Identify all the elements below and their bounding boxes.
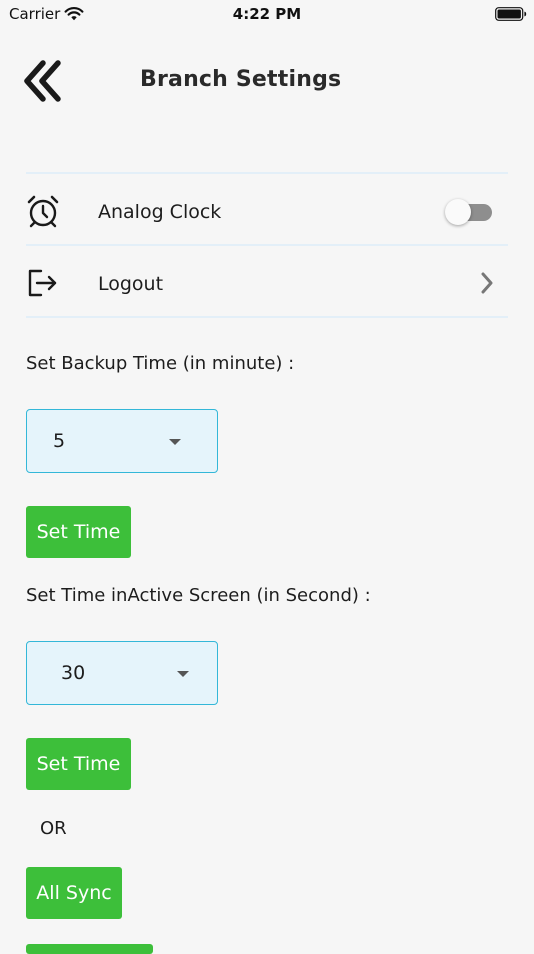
set-inactive-time-button[interactable]: Set Time (26, 738, 131, 790)
set-backup-time-button[interactable]: Set Time (26, 506, 131, 558)
analog-clock-row[interactable]: Analog Clock (26, 175, 508, 245)
backup-time-dropdown[interactable]: 5 (26, 409, 218, 473)
analog-clock-label: Analog Clock (98, 201, 222, 223)
clock-time: 4:22 PM (232, 5, 302, 23)
analog-clock-toggle[interactable] (445, 199, 492, 225)
inactive-screen-label: Set Time inActive Screen (in Second) : (26, 585, 371, 606)
next-button-partial[interactable] (26, 944, 153, 954)
alarm-clock-icon (27, 195, 59, 228)
divider (26, 244, 508, 246)
status-bar: Carrier 4:22 PM (0, 0, 534, 30)
page-title: Branch Settings (140, 67, 342, 92)
dropdown-arrow-icon (169, 439, 181, 445)
or-separator: OR (40, 818, 67, 839)
chevron-right-icon (481, 272, 493, 294)
backup-time-label: Set Backup Time (in minute) : (26, 353, 295, 374)
inactive-screen-value: 30 (61, 662, 86, 684)
logout-label: Logout (98, 273, 164, 295)
divider (26, 172, 508, 174)
toggle-knob (445, 199, 471, 225)
divider (26, 316, 508, 318)
inactive-screen-dropdown[interactable]: 30 (26, 641, 218, 705)
battery-icon (495, 7, 527, 21)
back-button[interactable] (22, 58, 66, 104)
dropdown-arrow-icon (177, 671, 189, 677)
all-sync-button[interactable]: All Sync (26, 867, 122, 919)
logout-icon (28, 269, 57, 297)
double-chevron-left-icon (24, 60, 61, 102)
logout-row[interactable]: Logout (26, 247, 508, 317)
backup-time-value: 5 (53, 430, 66, 452)
